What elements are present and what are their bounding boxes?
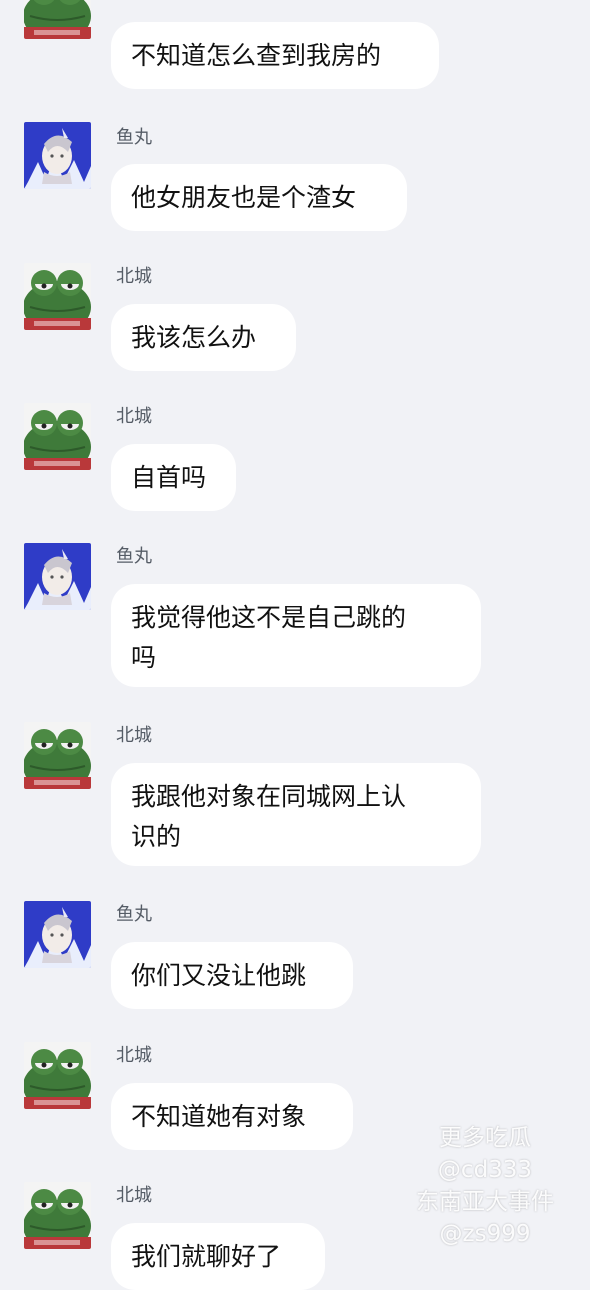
sender-name: 北城 — [116, 1185, 152, 1206]
sender-name: 北城 — [116, 406, 152, 427]
message-bubble[interactable]: 我觉得他这不是自己跳的 吗 — [111, 584, 481, 687]
sender-name: 鱼丸 — [116, 904, 152, 925]
watermark-line: @zs999 — [439, 1221, 531, 1247]
frog-avatar-icon[interactable] — [24, 263, 91, 330]
watermark: 更多吃瓜 @cd333 东南亚大事件 @zs999 — [416, 1122, 554, 1250]
watermark-line: 东南亚大事件 — [416, 1189, 554, 1215]
frog-avatar-icon[interactable] — [24, 1042, 91, 1109]
sender-name: 鱼丸 — [116, 127, 152, 148]
frog-avatar-icon[interactable] — [24, 403, 91, 470]
message-bubble[interactable]: 不知道怎么查到我房的 — [111, 22, 439, 89]
watermark-line: 更多吃瓜 — [439, 1125, 531, 1151]
sender-name: 鱼丸 — [116, 546, 152, 567]
frog-avatar-icon[interactable] — [24, 1182, 91, 1249]
message-bubble[interactable]: 自首吗 — [111, 444, 236, 511]
anime-avatar-icon[interactable] — [24, 901, 91, 968]
message-bubble[interactable]: 你们又没让他跳 — [111, 942, 353, 1009]
message-bubble[interactable]: 我该怎么办 — [111, 304, 296, 371]
message-bubble[interactable]: 我跟他对象在同城网上认 识的 — [111, 763, 481, 866]
anime-avatar-icon[interactable] — [24, 122, 91, 189]
frog-avatar-icon[interactable] — [24, 0, 91, 39]
message-bubble[interactable]: 不知道她有对象 — [111, 1083, 353, 1150]
sender-name: 北城 — [116, 266, 152, 287]
watermark-line: @cd333 — [437, 1157, 533, 1183]
sender-name: 北城 — [116, 725, 152, 746]
anime-avatar-icon[interactable] — [24, 543, 91, 610]
message-bubble[interactable]: 他女朋友也是个渣女 — [111, 164, 407, 231]
frog-avatar-icon[interactable] — [24, 722, 91, 789]
sender-name: 北城 — [116, 1045, 152, 1066]
